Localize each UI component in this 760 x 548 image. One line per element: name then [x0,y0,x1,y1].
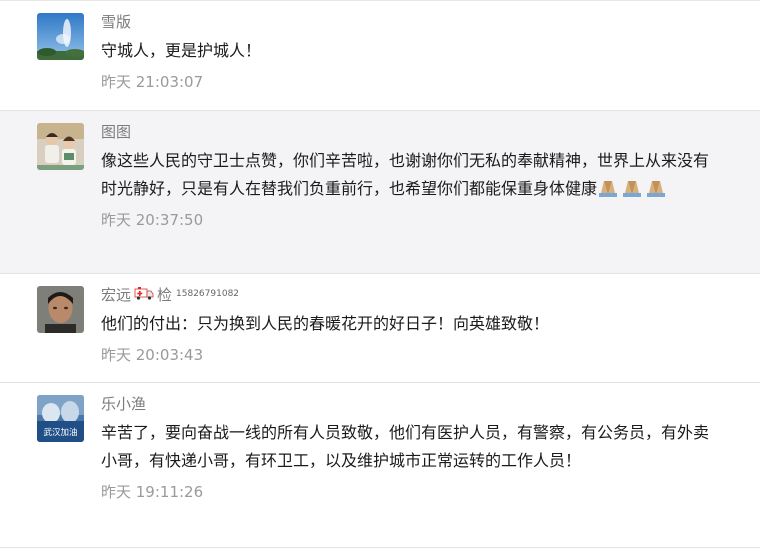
nickname-text[interactable]: 乐小渔 [101,393,146,415]
avatar[interactable]: 武汉加油 [37,395,84,442]
avatar[interactable] [37,123,84,170]
nickname[interactable]: 图图 [101,121,720,143]
nickname[interactable]: 雪版 [101,11,720,33]
timestamp: 昨天 20:03:43 [101,346,204,364]
nickname-superscript: 15826791082 [176,289,240,299]
nickname-text-part2[interactable]: 检 [157,284,172,306]
comment-item-highlighted: 图图 像这些人民的守卫士点赞，你们辛苦啦，也谢谢你们无私的奉献精神，世界上从来没… [0,111,760,274]
comment-list: 雪版 守城人，更是护城人！ 昨天 21:03:07 图图 像这些人民的守卫士点赞… [0,0,760,548]
timestamp: 昨天 19:11:26 [101,483,204,501]
nickname-text[interactable]: 雪版 [101,11,131,33]
nickname[interactable]: 乐小渔 [101,393,720,415]
comment-text: 他们的付出：只为换到人民的春暖花开的好日子！向英雄致敬！ [101,314,550,333]
timestamp: 昨天 20:37:50 [101,211,204,229]
nickname-text-part1[interactable]: 宏远 [101,284,131,306]
nickname[interactable]: 宏远 检 15826791082 [101,284,720,306]
comment-text: 像这些人民的守卫士点赞，你们辛苦啦，也谢谢你们无私的奉献精神，世界上从来没有时光… [101,147,720,203]
comment-text: 辛苦了，要向奋战一线的所有人员致敬，他们有医护人员，有警察，有公务员，有外卖小哥… [101,423,710,470]
avatar-photo-image [37,123,84,170]
avatar-sky-image [37,13,84,60]
comment-item: 雪版 守城人，更是护城人！ 昨天 21:03:07 [0,1,760,111]
avatar-wuhan-image: 武汉加油 [37,395,84,442]
nickname-text[interactable]: 图图 [101,121,131,143]
comment-item: 武汉加油 乐小渔 辛苦了，要向奋战一线的所有人员致敬，他们有医护人员，有警察，有… [0,383,760,548]
timestamp: 昨天 21:03:07 [101,73,204,91]
comment-item: 宏远 检 15826791082 他们的付出：只为换到人民的春暖花开的好日子！向英… [0,274,760,383]
avatar[interactable] [37,13,84,60]
avatar-portrait-image [37,286,84,333]
avatar-text: 武汉加油 [43,427,77,438]
comment-text: 守城人，更是护城人！ [101,41,262,60]
pray-hands-icon [597,179,669,198]
ambulance-icon [134,284,154,306]
avatar[interactable] [37,286,84,333]
